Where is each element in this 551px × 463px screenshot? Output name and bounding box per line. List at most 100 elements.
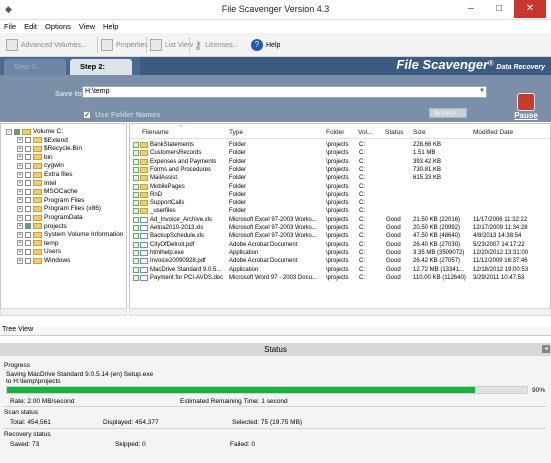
expand-toggle-icon[interactable]: + (17, 145, 23, 152)
file-list[interactable]: Filename ^ Type Folder Vol... Status Siz… (129, 123, 551, 316)
tab-step-2-save[interactable]: Step 2: Save (70, 59, 132, 87)
tree-checkbox[interactable] (25, 257, 31, 264)
row-checkbox[interactable] (133, 191, 139, 198)
properties-button[interactable]: Properties (101, 36, 148, 54)
advanced-volumes-button[interactable]: Advanced Volumes... (6, 36, 87, 54)
tree-node[interactable]: + $Recycle.Bin (17, 145, 82, 152)
tree-node[interactable]: + projects (17, 223, 67, 230)
tree-node[interactable]: + Windows (17, 257, 70, 264)
tree-node[interactable]: + Users (17, 248, 61, 255)
table-row[interactable]: Ad_Invoice_Archive.xls Microsoft Excel 97… (130, 216, 550, 224)
expand-toggle-icon[interactable]: + (17, 205, 23, 212)
tree-checkbox[interactable] (25, 240, 31, 247)
table-row[interactable]: CityOfDetroit.pdf Adobe Acrobat Document \… (130, 241, 550, 249)
row-checkbox[interactable] (133, 175, 139, 182)
tree-node[interactable]: + bin (17, 154, 53, 161)
expand-toggle-icon[interactable]: + (17, 154, 23, 161)
tree-checkbox[interactable] (25, 171, 31, 178)
list-view-button[interactable]: List View (150, 36, 193, 54)
table-row[interactable]: SupportCalls Folder \projects C: (130, 199, 550, 207)
tab-step-1-scan[interactable]: Step 1: Scan (4, 59, 66, 87)
row-checkbox[interactable] (133, 266, 139, 273)
row-checkbox[interactable] (133, 274, 139, 281)
tree-node[interactable]: + ProgramData (17, 214, 83, 221)
row-checkbox[interactable] (133, 208, 139, 215)
row-checkbox[interactable] (133, 142, 139, 148)
menu-edit[interactable]: Edit (20, 20, 41, 33)
table-row[interactable]: MacDrive Standard 9.0.5... Application \pr… (130, 266, 550, 274)
column-header-folder[interactable]: Folder (326, 129, 344, 136)
column-header-type[interactable]: Type (229, 129, 243, 136)
row-checkbox[interactable] (133, 158, 139, 165)
tree-checkbox[interactable] (25, 145, 31, 152)
menu-file[interactable]: File (0, 20, 20, 33)
table-row[interactable]: Invoice20090928.pdf Adobe Acrobat Documen… (130, 257, 550, 265)
tree-checkbox[interactable] (25, 223, 31, 230)
row-checkbox[interactable] (133, 200, 139, 207)
browse-button[interactable]: Browse... (429, 108, 467, 118)
tree-checkbox[interactable] (25, 137, 31, 144)
tree-node[interactable]: + Program Files (x86) (17, 205, 101, 212)
table-row[interactable]: CustomersRecords Folder \projects C: 1.51 MB (130, 149, 550, 157)
tree-checkbox[interactable] (25, 197, 31, 204)
tree-horizontal-scrollbar[interactable] (0, 308, 127, 316)
table-row[interactable]: Expenses and Payments Folder \projects C: 39… (130, 158, 550, 166)
tree-node[interactable]: + MSOCache (17, 188, 78, 195)
expand-toggle-icon[interactable]: + (17, 240, 23, 247)
column-header-size[interactable]: Size (413, 129, 426, 136)
expand-toggle-icon[interactable]: + (17, 223, 23, 230)
expand-toggle-icon[interactable]: + (17, 257, 23, 264)
expand-toggle-icon[interactable]: + (17, 180, 23, 187)
row-checkbox[interactable] (133, 216, 139, 223)
maximize-button[interactable]: □ (486, 0, 512, 18)
save-to-input[interactable]: H:\temp (82, 86, 487, 98)
expand-toggle-icon[interactable]: − (6, 128, 12, 135)
tree-node[interactable]: + cygwin (17, 162, 64, 169)
table-row[interactable]: BackupSchedule.xls Microsoft Excel 97-200… (130, 232, 550, 240)
tree-checkbox[interactable] (14, 128, 20, 135)
expand-toggle-icon[interactable]: + (17, 137, 23, 144)
row-checkbox[interactable] (133, 258, 139, 265)
minimize-button[interactable]: – (458, 0, 484, 18)
expand-toggle-icon[interactable]: + (17, 162, 23, 169)
column-header-filename[interactable]: Filename (142, 129, 169, 136)
tree-checkbox[interactable] (25, 188, 31, 195)
tree-node[interactable]: + Intel (17, 180, 56, 187)
tree-checkbox[interactable] (25, 248, 31, 255)
chevron-down-icon[interactable]: ▼ (479, 88, 485, 94)
tree-checkbox[interactable] (25, 214, 31, 221)
use-folder-names-checkbox[interactable]: ✓ Use Folder Names (83, 110, 160, 119)
table-row[interactable]: RnD Folder \projects C: (130, 191, 550, 199)
table-row[interactable]: _userfiles Folder \projects C: (130, 207, 550, 215)
tree-node[interactable]: − Volume C: (6, 128, 63, 135)
expand-toggle-icon[interactable]: + (17, 197, 23, 204)
menu-help[interactable]: Help (99, 20, 122, 33)
row-checkbox[interactable] (133, 249, 139, 256)
tree-node[interactable]: + Extra files (17, 171, 73, 178)
expand-toggle-icon[interactable]: + (17, 171, 23, 178)
menu-options[interactable]: Options (41, 20, 75, 33)
table-row[interactable]: MobilePages Folder \projects C: (130, 183, 550, 191)
row-checkbox[interactable] (133, 241, 139, 248)
table-row[interactable]: htmlhelp.exe Application \projects C: Good 3.… (130, 249, 550, 257)
table-row[interactable]: Forms and Procedures Folder \projects C: 730… (130, 166, 550, 174)
row-checkbox[interactable] (133, 166, 139, 173)
list-horizontal-scrollbar[interactable] (129, 308, 551, 316)
tree-checkbox[interactable] (25, 205, 31, 212)
pause-button[interactable]: Pause (506, 93, 546, 121)
tree-node[interactable]: + System Volume Information (17, 231, 123, 238)
column-header-modified-date[interactable]: Modified Date (473, 129, 513, 136)
tree-checkbox[interactable] (25, 162, 31, 169)
table-row[interactable]: BankStatements Folder \projects C: 228.66 KB (130, 141, 550, 149)
tree-checkbox[interactable] (25, 180, 31, 187)
licenses-button[interactable]: ⚷ Licenses... (194, 36, 239, 54)
row-checkbox[interactable] (133, 183, 139, 190)
table-row[interactable]: Payment for PCI-AVDS.doc Microsoft Word 9… (130, 274, 550, 282)
help-button[interactable]: ? Help (251, 36, 280, 54)
row-checkbox[interactable] (133, 233, 139, 240)
column-header-volume[interactable]: Vol... (358, 129, 372, 136)
menu-view[interactable]: View (75, 20, 99, 33)
tree-node[interactable]: + $Extend (17, 137, 68, 144)
row-checkbox[interactable] (133, 150, 139, 157)
row-checkbox[interactable] (133, 225, 139, 231)
